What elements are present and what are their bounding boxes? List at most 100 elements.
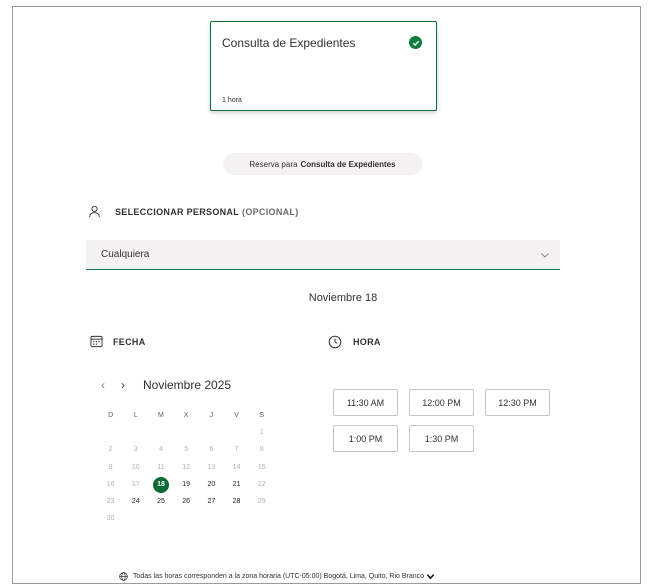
calendar-day-30: 30 xyxy=(98,510,123,527)
calendar-day-7: 7 xyxy=(224,441,249,458)
check-icon xyxy=(409,36,422,49)
calendar-week: 30 xyxy=(98,510,278,527)
calendar-day-24[interactable]: 24 xyxy=(123,493,148,510)
weekday-label: J xyxy=(209,412,214,419)
calendar-nav: ‹ › Noviembre 2025 xyxy=(101,378,231,392)
calendar-empty-cell xyxy=(224,424,249,441)
calendar-day-label: 30 xyxy=(106,515,115,523)
next-month-button[interactable]: › xyxy=(121,378,141,392)
time-heading: HORA xyxy=(328,335,381,349)
calendar-empty-cell xyxy=(174,510,199,527)
calendar-day-label: 26 xyxy=(182,497,191,505)
weekday-label: M xyxy=(158,412,164,419)
calendar-day-label: 5 xyxy=(184,446,189,454)
calendar-month-label: Noviembre 2025 xyxy=(143,378,232,392)
service-card[interactable]: Consulta de Expedientes 1 hora xyxy=(210,21,437,111)
timezone-text: Todas las horas corresponden a la zona h… xyxy=(133,573,425,580)
calendar-day-label: 19 xyxy=(182,480,191,488)
calendar-week: 23 24 25 26 27 28 29 xyxy=(98,493,278,510)
date-heading: FECHA xyxy=(90,335,146,348)
calendar-day-label: 21 xyxy=(232,480,241,488)
calendar-day-26[interactable]: 26 xyxy=(174,493,199,510)
calendar-empty-cell xyxy=(123,424,148,441)
calendar-day-9: 9 xyxy=(98,459,123,476)
time-slot-button[interactable]: 12:00 PM xyxy=(409,389,474,416)
calendar-day-label: 7 xyxy=(234,446,239,454)
globe-icon xyxy=(119,572,128,581)
calendar-day-21[interactable]: 21 xyxy=(224,476,249,493)
calendar-empty-cell xyxy=(98,424,123,441)
calendar-day-1: 1 xyxy=(249,424,274,441)
calendar-day-label: 23 xyxy=(106,497,115,505)
calendar-day-label: 4 xyxy=(159,446,163,454)
weekday-label: S xyxy=(259,412,265,419)
calendar-day-label: 27 xyxy=(207,497,216,505)
calendar-day-10: 10 xyxy=(123,459,148,476)
time-heading-label: HORA xyxy=(353,337,381,347)
calendar-empty-cell xyxy=(199,510,224,527)
weekday-label: X xyxy=(183,412,189,419)
calendar-day-label: 18 xyxy=(152,476,169,493)
calendar-day-22: 22 xyxy=(249,476,274,493)
staff-heading: SELECCIONAR PERSONAL (OPCIONAL) xyxy=(88,205,299,218)
calendar-day-5: 5 xyxy=(174,441,199,458)
time-slot-button[interactable]: 1:30 PM xyxy=(409,425,474,452)
calendar-day-17: 17 xyxy=(123,476,148,493)
time-slot-button[interactable]: 11:30 AM xyxy=(333,389,398,416)
calendar-day-3: 3 xyxy=(123,441,148,458)
calendar-day-27[interactable]: 27 xyxy=(199,493,224,510)
timezone-selector[interactable]: Todas las horas corresponden a la zona h… xyxy=(119,572,435,581)
booking-for-label: Reserva para Consulta de Expedientes xyxy=(223,153,422,175)
calendar-empty-cell xyxy=(199,424,224,441)
calendar-day-2: 2 xyxy=(98,441,123,458)
staff-heading-label: SELECCIONAR PERSONAL xyxy=(115,206,240,217)
prev-month-button[interactable]: ‹ xyxy=(101,378,121,392)
person-icon xyxy=(89,205,100,218)
calendar-empty-cell xyxy=(224,510,249,527)
calendar-day-23: 23 xyxy=(98,493,123,510)
booking-service-name: Consulta de Expedientes xyxy=(300,159,396,169)
calendar-day-label: 3 xyxy=(133,446,138,454)
calendar-day-15: 15 xyxy=(249,459,274,476)
calendar-day-6: 6 xyxy=(199,441,224,458)
calendar-day-label: 2 xyxy=(108,446,113,454)
calendar-day-label: 13 xyxy=(207,463,216,471)
calendar-day-19[interactable]: 19 xyxy=(174,476,199,493)
calendar-empty-cell xyxy=(148,510,173,527)
calendar-empty-cell xyxy=(174,424,199,441)
calendar-day-label: 24 xyxy=(131,497,140,505)
calendar-day-label: 15 xyxy=(257,463,266,471)
date-heading-label: FECHA xyxy=(113,336,146,347)
time-slot-button[interactable]: 1:00 PM xyxy=(333,425,398,452)
calendar-day-25[interactable]: 25 xyxy=(148,493,173,510)
calendar-day-label: 12 xyxy=(182,463,191,471)
calendar-empty-cell xyxy=(249,510,274,527)
calendar-day-18[interactable]: 18 xyxy=(148,476,173,493)
calendar-day-label: 8 xyxy=(259,446,264,454)
calendar-day-8: 8 xyxy=(249,441,274,458)
service-title: Consulta de Expedientes xyxy=(222,36,356,50)
calendar-day-label: 22 xyxy=(257,480,266,488)
service-duration: 1 hora xyxy=(222,97,242,104)
calendar-empty-cell xyxy=(123,510,148,527)
calendar-day-29: 29 xyxy=(249,493,274,510)
calendar-day-label: 11 xyxy=(157,463,165,471)
calendar-day-label: 29 xyxy=(257,497,266,505)
calendar-day-28[interactable]: 28 xyxy=(224,493,249,510)
calendar-day-14: 14 xyxy=(224,459,249,476)
calendar-day-label: 10 xyxy=(131,463,140,471)
staff-optional-label: (OPCIONAL) xyxy=(242,206,299,217)
calendar-day-label: 16 xyxy=(106,480,115,488)
chevron-down-icon xyxy=(426,574,435,580)
calendar-day-label: 14 xyxy=(232,463,241,471)
calendar-day-20[interactable]: 20 xyxy=(199,476,224,493)
calendar-empty-cell xyxy=(148,424,173,441)
selected-date-label: Noviembre 18 xyxy=(308,292,378,304)
clock-icon xyxy=(328,335,342,349)
calendar-day-label: 20 xyxy=(207,480,216,488)
time-slot-button[interactable]: 12:30 PM xyxy=(485,389,550,416)
calendar-grid: D L M X J V S 1 2 3 4 5 6 7 8 9 10 11 12 13 14 15 16 17 18 19 20 21… xyxy=(98,407,278,527)
calendar-week: 9 10 11 12 13 14 15 xyxy=(98,459,278,476)
calendar-day-label: 28 xyxy=(232,497,241,505)
staff-select[interactable]: Cualquiera xyxy=(86,240,560,270)
